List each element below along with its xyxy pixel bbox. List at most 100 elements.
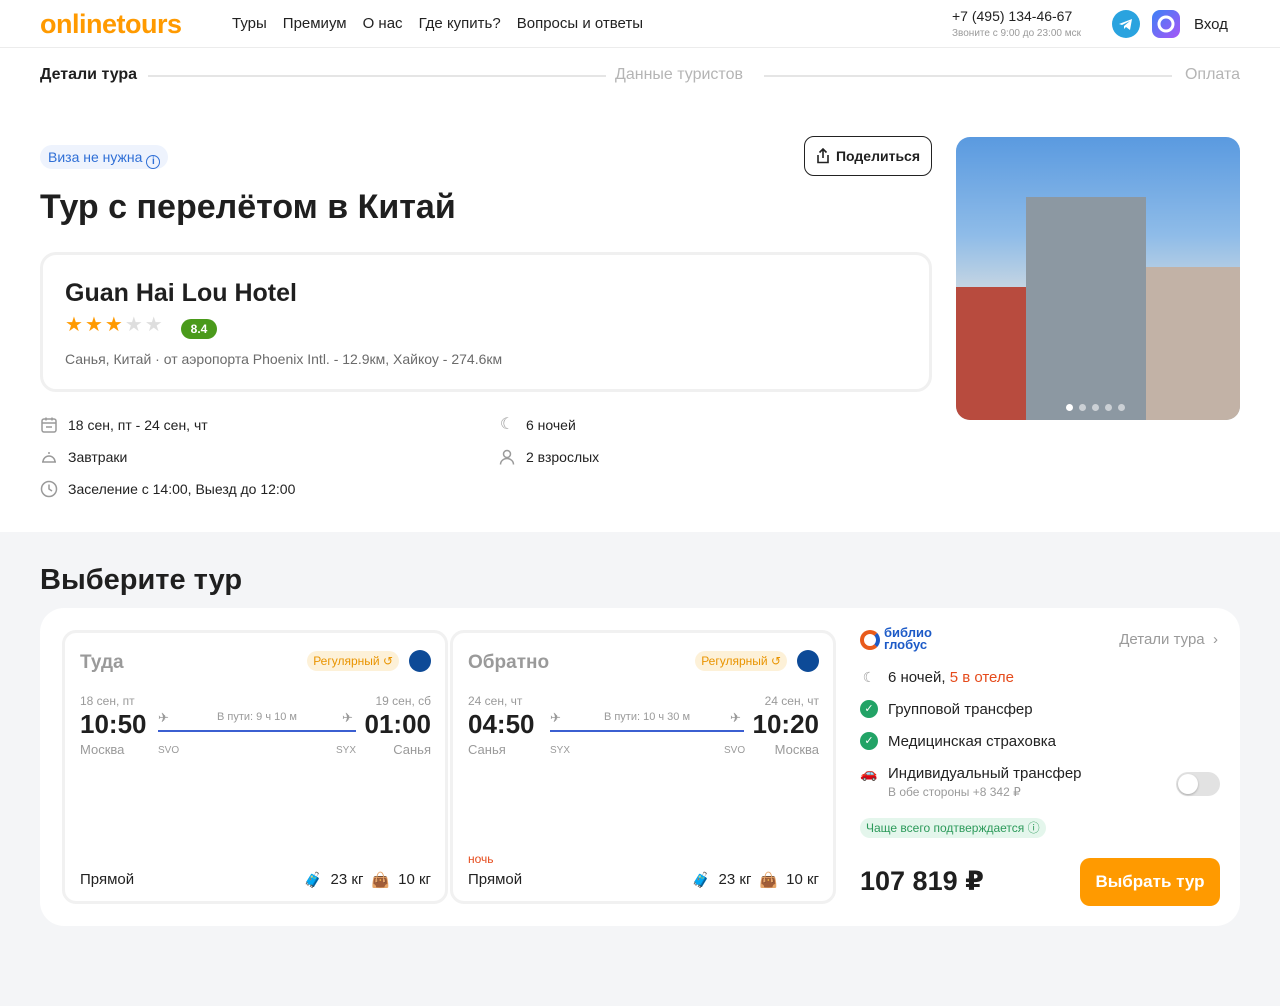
hotel-photo-carousel[interactable] bbox=[956, 137, 1240, 420]
info-nights-text: 6 ночей bbox=[526, 417, 576, 433]
step-divider bbox=[148, 75, 606, 77]
check-icon: ✓ bbox=[860, 732, 878, 750]
choose-title: Выберите тур bbox=[40, 564, 243, 596]
landing-icon: ✈ bbox=[342, 710, 353, 725]
calendar-icon bbox=[40, 416, 58, 434]
luggage-icon: 🧳 bbox=[303, 872, 323, 889]
page-title: Тур с перелётом в Китай bbox=[40, 188, 456, 226]
airline-logo-icon bbox=[797, 650, 819, 672]
baggage-weight: 23 кг bbox=[718, 871, 752, 888]
departure-time: 10:50 bbox=[80, 709, 147, 739]
departure-city: Москва bbox=[80, 742, 125, 757]
nav-item-faq[interactable]: Вопросы и ответы bbox=[517, 15, 643, 32]
flight-title: Обратно bbox=[468, 652, 550, 673]
departure-airport-code: SYX bbox=[550, 745, 571, 756]
arrival-city: Москва bbox=[774, 742, 819, 757]
hand-luggage-weight: 10 кг bbox=[398, 871, 431, 888]
hand-luggage-weight: 10 кг bbox=[786, 871, 819, 888]
star-empty-icon: ★ bbox=[124, 314, 143, 336]
nav-item-premium[interactable]: Премиум bbox=[283, 15, 347, 32]
nav-item-about[interactable]: О нас bbox=[363, 15, 403, 32]
photo-building bbox=[1146, 267, 1240, 420]
info-icon: i bbox=[146, 155, 161, 169]
share-icon bbox=[817, 148, 829, 164]
departure-time: 04:50 bbox=[468, 709, 535, 739]
info-dates-text: 18 сен, пт - 24 сен, чт bbox=[68, 417, 208, 433]
nav-item-tours[interactable]: Туры bbox=[232, 15, 267, 32]
visa-badge[interactable]: Виза не нужна i bbox=[40, 145, 169, 169]
person-icon bbox=[498, 448, 516, 466]
rating-badge: 8.4 bbox=[181, 319, 217, 339]
carousel-dots bbox=[1066, 404, 1125, 411]
nights-in-hotel: 5 в отеле bbox=[949, 668, 1014, 686]
header: onlinetours Туры Премиум О нас Где купит… bbox=[0, 0, 1280, 48]
handbag-icon: 👜 bbox=[371, 872, 391, 889]
carousel-dot[interactable] bbox=[1066, 404, 1073, 411]
baggage-info: 🧳 23 кг 👜 10 кг bbox=[304, 871, 431, 889]
arrival-date: 19 сен, сб bbox=[375, 694, 431, 708]
luggage-icon: 🧳 bbox=[691, 872, 711, 889]
choose-tour-button[interactable]: Выбрать тур bbox=[1080, 858, 1220, 906]
car-icon: 🚗 bbox=[860, 765, 878, 781]
feature-insurance: ✓ Медицинская страховка bbox=[860, 732, 1056, 750]
star-icon: ★ bbox=[104, 314, 123, 336]
carousel-dot[interactable] bbox=[1105, 404, 1112, 411]
regular-badge: Регулярный ↺ bbox=[307, 651, 399, 671]
feature-group-transfer-text: Групповой трансфер bbox=[888, 700, 1033, 718]
arrival-airport-code: SYX bbox=[336, 745, 357, 756]
step-tour-details: Детали тура bbox=[40, 66, 138, 83]
individual-transfer-toggle[interactable] bbox=[1176, 772, 1220, 796]
operator-name-line2: глобус bbox=[884, 637, 928, 652]
star-empty-icon: ★ bbox=[144, 314, 163, 336]
phone-hours: Звоните с 9:00 до 23:00 мск bbox=[952, 28, 1081, 39]
telegram-icon[interactable] bbox=[1112, 10, 1140, 38]
flight-duration: В пути: 10 ч 30 м bbox=[603, 711, 691, 723]
confirm-badge-label: Чаще всего подтверждается bbox=[866, 821, 1025, 835]
phone-number[interactable]: +7 (495) 134-46-67 bbox=[952, 8, 1072, 24]
operator-logo-icon bbox=[860, 630, 880, 650]
arrival-time: 10:20 bbox=[752, 709, 820, 739]
step-tourists-data: Данные туристов bbox=[615, 66, 743, 83]
info-meal-text: Завтраки bbox=[68, 449, 128, 465]
step-divider bbox=[764, 75, 1172, 77]
max-messenger-icon[interactable] bbox=[1152, 10, 1180, 38]
logo[interactable]: onlinetours bbox=[40, 9, 182, 40]
info-meal: Завтраки bbox=[40, 448, 127, 466]
tour-offer-card: Туда Регулярный ↺ 18 сен, пт 10:50 Москв… bbox=[40, 608, 1240, 926]
carousel-dot[interactable] bbox=[1092, 404, 1099, 411]
moon-icon: ☾ bbox=[499, 416, 515, 433]
hotel-name[interactable]: Guan Hai Lou Hotel bbox=[65, 279, 297, 308]
landing-icon: ✈ bbox=[730, 710, 741, 725]
night-flight-label: ночь bbox=[468, 852, 494, 866]
arrival-city: Санья bbox=[393, 742, 431, 757]
carousel-dot[interactable] bbox=[1118, 404, 1125, 411]
login-link[interactable]: Вход bbox=[1194, 16, 1228, 33]
feature-individual-transfer-text: Индивидуальный трансфер bbox=[888, 764, 1082, 782]
info-icon: ⓘ bbox=[1027, 821, 1040, 835]
feature-individual-transfer: 🚗 Индивидуальный трансфер bbox=[860, 764, 1082, 782]
tour-details-label: Детали тура bbox=[1119, 631, 1205, 648]
baggage-info: 🧳 23 кг 👜 10 кг bbox=[692, 871, 819, 889]
confirm-badge[interactable]: Чаще всего подтверждается ⓘ bbox=[860, 818, 1046, 838]
airline-logo-icon bbox=[409, 650, 431, 672]
flight-there[interactable]: Туда Регулярный ↺ 18 сен, пт 10:50 Москв… bbox=[62, 630, 448, 904]
hotel-location: Санья, Китай · от аэропорта Phoenix Intl… bbox=[65, 351, 503, 367]
nav-item-where-to-buy[interactable]: Где купить? bbox=[419, 15, 501, 32]
share-button[interactable]: Поделиться bbox=[804, 136, 932, 176]
carousel-dot[interactable] bbox=[1079, 404, 1086, 411]
arrival-time: 01:00 bbox=[364, 709, 432, 739]
flight-type: Прямой bbox=[468, 871, 523, 888]
chevron-right-icon: › bbox=[1208, 631, 1218, 648]
flight-back[interactable]: Обратно Регулярный ↺ 24 сен, чт 04:50 Са… bbox=[450, 630, 836, 904]
tour-details-link[interactable]: Детали тура › bbox=[1119, 631, 1218, 648]
visa-badge-label: Виза не нужна bbox=[48, 149, 143, 165]
share-label: Поделиться bbox=[835, 148, 921, 164]
hotel-stars: ★ ★ ★ ★ ★ bbox=[65, 315, 163, 335]
info-guests-text: 2 взрослых bbox=[526, 449, 600, 465]
feature-nights-text: 6 ночей, 5 в отеле bbox=[888, 669, 1014, 686]
photo-building bbox=[956, 287, 1026, 420]
star-icon: ★ bbox=[65, 314, 83, 336]
info-checkin: Заселение с 14:00, Выезд до 12:00 bbox=[40, 480, 295, 498]
feature-group-transfer: ✓ Групповой трансфер bbox=[860, 700, 1033, 718]
flight-title: Туда bbox=[80, 652, 124, 673]
